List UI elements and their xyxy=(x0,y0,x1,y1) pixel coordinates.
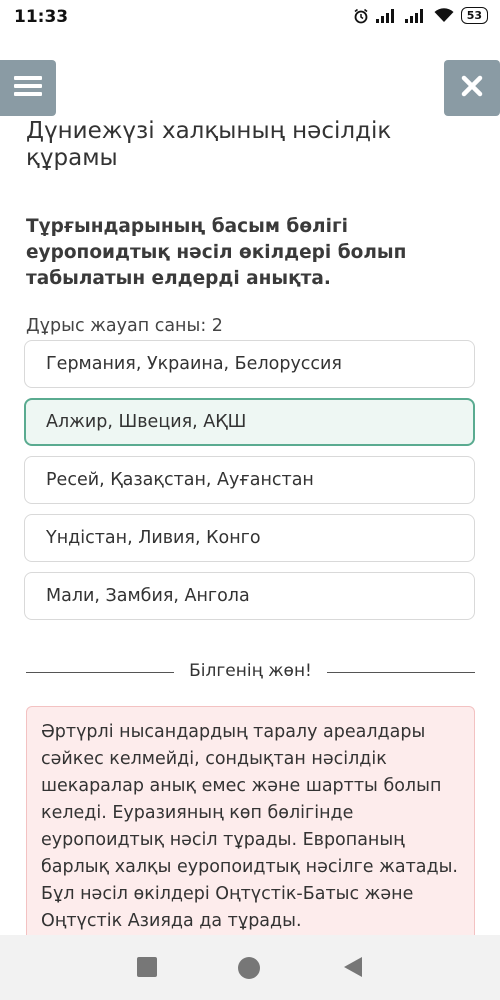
status-icons: 53 xyxy=(353,7,488,24)
divider-line xyxy=(327,672,475,673)
wifi-icon xyxy=(434,8,454,23)
status-bar: 11:33 53 xyxy=(0,0,500,36)
hamburger-icon xyxy=(14,75,42,101)
info-text: Әртүрлі нысандардың таралу ареалдары сәй… xyxy=(41,722,458,931)
answer-option-label: Үндістан, Ливия, Конго xyxy=(46,528,261,548)
signal-icon xyxy=(404,8,427,23)
answer-option-label: Ресей, Қазақстан, Ауғанстан xyxy=(46,470,314,490)
answer-option-label: Алжир, Швеция, АҚШ xyxy=(46,412,247,432)
answer-count: Дұрыс жауап саны: 2 xyxy=(26,316,223,336)
divider-line xyxy=(26,672,174,673)
answer-option[interactable]: Мали, Замбия, Ангола xyxy=(24,572,475,620)
info-heading: Білгенің жөн! xyxy=(189,661,312,681)
alarm-icon xyxy=(353,8,369,24)
back-icon[interactable] xyxy=(343,956,363,982)
answer-option-label: Германия, Украина, Белоруссия xyxy=(46,354,342,374)
recent-apps-icon[interactable] xyxy=(137,957,157,977)
home-icon[interactable] xyxy=(238,957,260,979)
menu-button[interactable] xyxy=(0,60,56,116)
info-box: Әртүрлі нысандардың таралу ареалдары сәй… xyxy=(26,706,475,946)
system-nav-bar xyxy=(0,935,500,1000)
answer-option[interactable]: Германия, Украина, Белоруссия xyxy=(24,340,475,388)
close-icon xyxy=(461,75,483,101)
answer-option-selected[interactable]: Алжир, Швеция, АҚШ xyxy=(24,398,475,446)
battery-icon: 53 xyxy=(460,7,488,24)
quiz-title: Дүниежүзі халқының нәсілдік құрамы xyxy=(26,118,392,171)
answer-options: Германия, Украина, Белоруссия Алжир, Шве… xyxy=(24,340,475,630)
answer-option[interactable]: Үндістан, Ливия, Конго xyxy=(24,514,475,562)
signal-icon xyxy=(375,8,398,23)
question-text: Тұрғындарының басым бөлігі еуропоидтық н… xyxy=(26,216,407,289)
close-button[interactable] xyxy=(444,60,500,116)
answer-option[interactable]: Ресей, Қазақстан, Ауғанстан xyxy=(24,456,475,504)
status-time: 11:33 xyxy=(14,7,69,27)
answer-option-label: Мали, Замбия, Ангола xyxy=(46,586,250,606)
